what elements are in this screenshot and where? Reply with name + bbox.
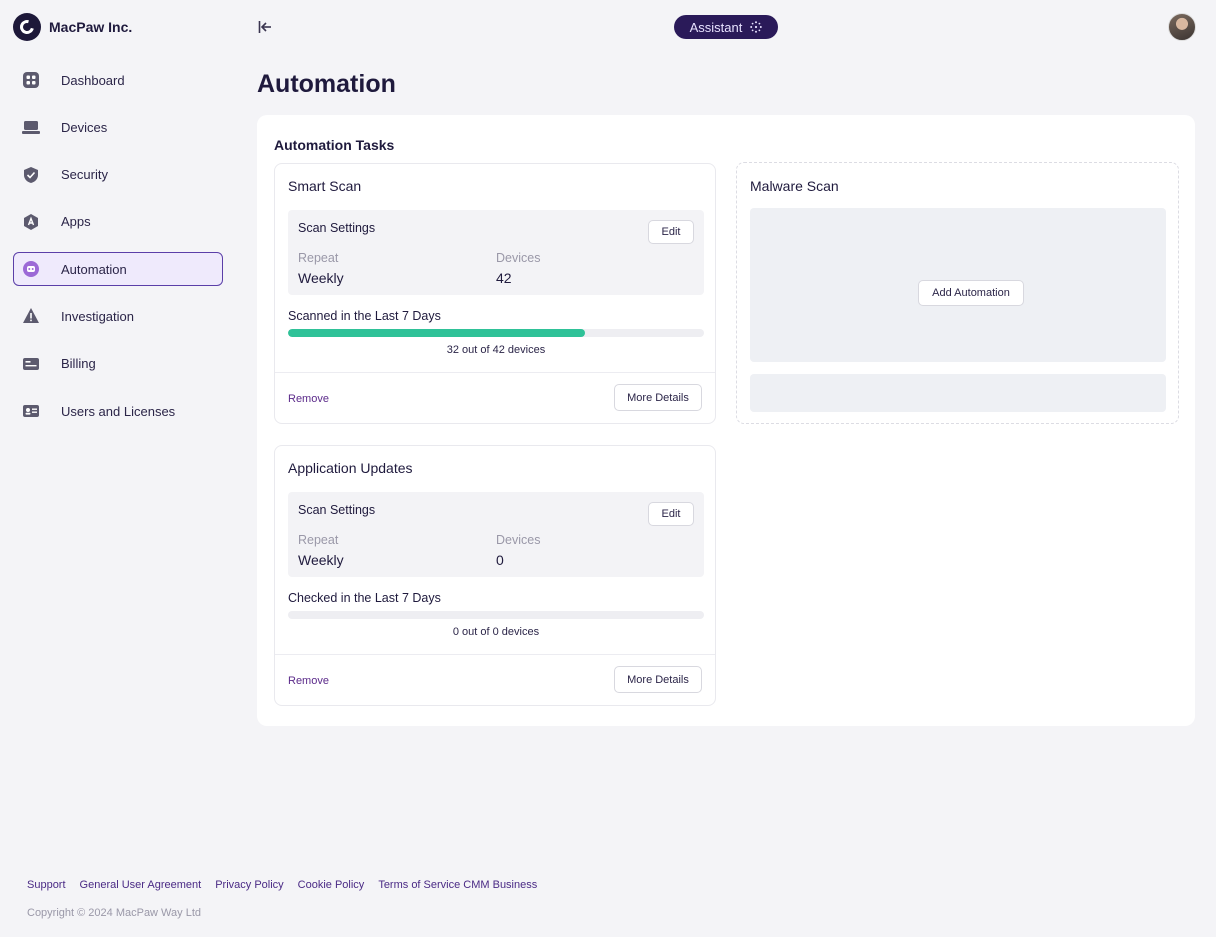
- user-avatar[interactable]: [1168, 13, 1196, 41]
- task-title: Application Updates: [288, 460, 413, 476]
- apps-icon: [22, 213, 40, 231]
- sidebar-item-users-and-licenses[interactable]: Users and Licenses: [13, 394, 223, 428]
- placeholder-area: Add Automation: [750, 208, 1166, 362]
- scan-settings: Scan Settings Edit Repeat Weekly Devices…: [288, 492, 704, 577]
- shield-icon: [22, 166, 40, 184]
- collapse-icon: [258, 21, 271, 33]
- sidebar-item-label: Users and Licenses: [61, 403, 176, 419]
- progress-caption: 0 out of 0 devices: [452, 626, 540, 638]
- footer-links: Support General User Agreement Privacy P…: [27, 879, 537, 891]
- remove-link[interactable]: Remove: [288, 393, 329, 405]
- sidebar-item-dashboard[interactable]: Dashboard: [13, 63, 223, 97]
- task-card-application-updates: Application Updates Scan Settings Edit R…: [274, 445, 716, 706]
- sparkle-dots-icon: [750, 21, 763, 33]
- page-title: Automation: [257, 70, 396, 98]
- sidebar-item-automation[interactable]: Automation: [13, 252, 223, 287]
- sidebar-item-label: Security: [61, 167, 108, 183]
- brand[interactable]: MacPaw Inc.: [13, 13, 132, 41]
- assistant-button[interactable]: Assistant: [674, 15, 778, 39]
- devices-value: 0: [496, 552, 504, 568]
- progress-bar: [288, 611, 704, 619]
- progress-label: Checked in the Last 7 Days: [288, 591, 441, 605]
- footer-link-terms-of-service[interactable]: Terms of Service CMM Business: [378, 879, 537, 891]
- sidebar-item-security[interactable]: Security: [13, 158, 223, 192]
- sidebar-item-label: Apps: [61, 214, 91, 230]
- edit-button[interactable]: Edit: [648, 220, 694, 244]
- more-details-button[interactable]: More Details: [614, 666, 702, 693]
- edit-button[interactable]: Edit: [648, 502, 694, 526]
- sidebar-item-label: Devices: [61, 119, 108, 135]
- sidebar-item-label: Automation: [61, 261, 127, 277]
- footer-link-cookie-policy[interactable]: Cookie Policy: [298, 879, 365, 891]
- section-title: Automation Tasks: [274, 137, 395, 153]
- sidebar-item-investigation[interactable]: Investigation: [13, 299, 223, 333]
- task-card-malware-scan: Malware Scan Add Automation: [736, 162, 1179, 424]
- warning-icon: [22, 307, 40, 325]
- users-id-icon: [22, 402, 40, 420]
- placeholder-footer: [750, 374, 1166, 412]
- settings-title: Scan Settings: [298, 503, 376, 517]
- devices-label: Devices: [496, 251, 541, 265]
- billing-card-icon: [22, 355, 40, 373]
- task-card-smart-scan: Smart Scan Scan Settings Edit Repeat Wee…: [274, 163, 716, 424]
- sidebar-item-apps[interactable]: Apps: [13, 205, 223, 239]
- sidebar-item-label: Billing: [61, 356, 96, 372]
- automation-panel: Automation Tasks Smart Scan Scan Setting…: [257, 115, 1195, 726]
- add-automation-button[interactable]: Add Automation: [918, 280, 1024, 306]
- scan-settings: Scan Settings Edit Repeat Weekly Devices…: [288, 210, 704, 295]
- sidebar-nav: Dashboard Devices Security Apps Automati…: [13, 63, 223, 441]
- brand-name: MacPaw Inc.: [49, 19, 133, 35]
- assistant-label: Assistant: [689, 19, 743, 35]
- progress-fill: [288, 329, 586, 337]
- task-title: Smart Scan: [288, 178, 362, 194]
- devices-value: 42: [496, 270, 512, 286]
- more-details-button[interactable]: More Details: [614, 384, 702, 411]
- repeat-value: Weekly: [298, 270, 344, 286]
- remove-link[interactable]: Remove: [288, 675, 329, 687]
- collapse-sidebar-button[interactable]: [257, 19, 273, 35]
- repeat-value: Weekly: [298, 552, 344, 568]
- progress-bar: [288, 329, 704, 337]
- sidebar-item-devices[interactable]: Devices: [13, 110, 223, 144]
- laptop-icon: [22, 118, 40, 136]
- footer-link-privacy-policy[interactable]: Privacy Policy: [215, 879, 283, 891]
- repeat-label: Repeat: [298, 251, 339, 265]
- dashboard-icon: [22, 71, 40, 89]
- repeat-label: Repeat: [298, 533, 339, 547]
- divider: [275, 372, 715, 373]
- sidebar-item-billing[interactable]: Billing: [13, 347, 223, 381]
- automation-icon: [22, 260, 40, 278]
- progress-label: Scanned in the Last 7 Days: [288, 309, 441, 323]
- progress-caption: 32 out of 42 devices: [446, 344, 546, 356]
- copyright: Copyright © 2024 MacPaw Way Ltd: [27, 907, 201, 919]
- settings-title: Scan Settings: [298, 221, 376, 235]
- devices-label: Devices: [496, 533, 541, 547]
- footer-link-user-agreement[interactable]: General User Agreement: [80, 879, 202, 891]
- sidebar-item-label: Investigation: [61, 308, 134, 324]
- task-title: Malware Scan: [750, 178, 839, 194]
- divider: [275, 654, 715, 655]
- macpaw-logo-icon: [13, 13, 41, 41]
- footer-link-support[interactable]: Support: [27, 879, 66, 891]
- sidebar-item-label: Dashboard: [61, 72, 125, 88]
